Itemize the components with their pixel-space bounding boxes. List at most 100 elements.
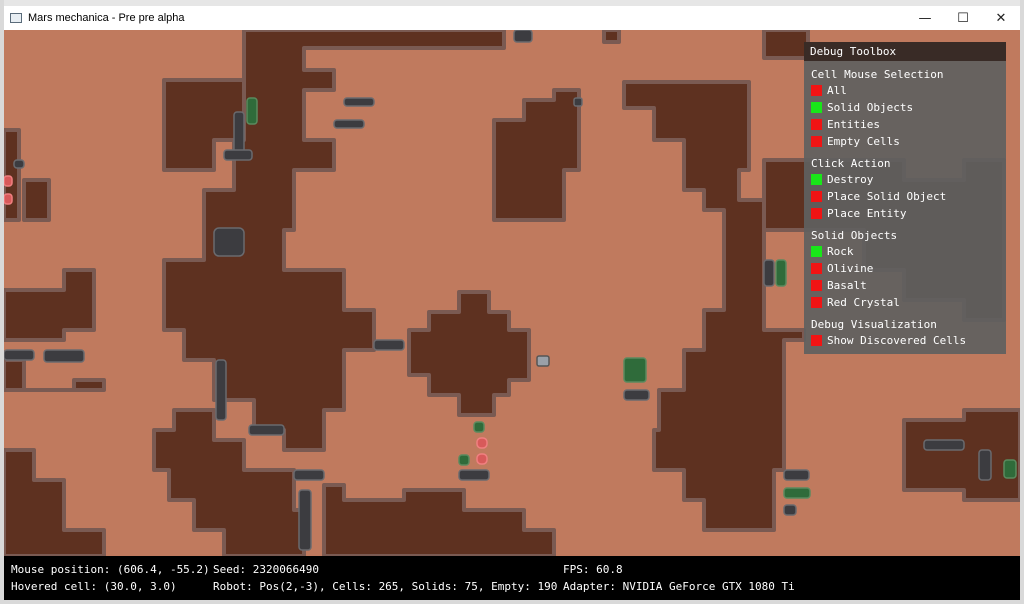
window-title: Mars mechanica - Pre pre alpha: [28, 12, 185, 24]
checkbox-icon[interactable]: [811, 246, 822, 257]
olivine-cell: [473, 421, 485, 433]
basalt-cell: [458, 469, 490, 481]
checkbox-icon[interactable]: [811, 191, 822, 202]
rock-formation: [22, 178, 51, 222]
basalt-cell: [343, 97, 375, 107]
option-solid-objects[interactable]: Solid Objects: [811, 99, 1006, 116]
debug-status-bar: Mouse position: (606.4, -55.2) Hovered c…: [4, 556, 1020, 600]
option-label: Basalt: [827, 279, 867, 292]
red-crystal-cell: [476, 437, 488, 449]
basalt-cell: [333, 119, 365, 129]
option-label: Rock: [827, 245, 854, 258]
checkbox-icon[interactable]: [811, 297, 822, 308]
checkbox-icon[interactable]: [811, 208, 822, 219]
red-crystal-cell: [476, 453, 488, 465]
basalt-cell: [213, 227, 245, 257]
option-label: Entities: [827, 118, 880, 131]
basalt-cell: [43, 349, 85, 363]
fps-readout: FPS: 60.8: [563, 563, 623, 576]
app-window-icon: [10, 13, 22, 23]
maximize-button[interactable]: ☐: [944, 6, 982, 30]
option-label: Olivine: [827, 262, 874, 275]
basalt-cell: [4, 349, 35, 361]
olivine-cell: [246, 97, 258, 125]
click-action-section: Click Action Destroy Place Solid Object …: [804, 156, 1006, 222]
option-destroy[interactable]: Destroy: [811, 171, 1006, 188]
option-label: Red Crystal: [827, 296, 900, 309]
rock-formation: [407, 290, 531, 417]
debug-toolbox[interactable]: Debug Toolbox Cell Mouse Selection All S…: [804, 42, 1006, 354]
section-title: Click Action: [811, 157, 891, 170]
checkbox-icon[interactable]: [811, 280, 822, 291]
option-place-entity[interactable]: Place Entity: [811, 205, 1006, 222]
olivine-cell: [1003, 459, 1017, 479]
basalt-cell: [13, 159, 25, 169]
basalt-cell: [233, 111, 245, 155]
option-label: Place Solid Object: [827, 190, 947, 203]
olivine-cell: [458, 454, 470, 466]
basalt-cell: [623, 389, 650, 401]
cell-mouse-selection-section: Cell Mouse Selection All Solid Objects E…: [804, 67, 1006, 150]
option-all[interactable]: All: [811, 82, 1006, 99]
checkbox-icon[interactable]: [811, 119, 822, 130]
rock-formation: [4, 128, 21, 222]
basalt-cell: [783, 504, 797, 516]
option-label: All: [827, 84, 847, 97]
rock-formation: [602, 30, 621, 44]
olivine-cell: [623, 357, 647, 383]
window-controls: — ☐ ✕: [906, 6, 1020, 30]
option-empty-cells[interactable]: Empty Cells: [811, 133, 1006, 150]
option-place-solid-object[interactable]: Place Solid Object: [811, 188, 1006, 205]
rock-formation: [902, 408, 1020, 502]
basalt-cell: [763, 259, 775, 287]
option-label: Empty Cells: [827, 135, 900, 148]
robot-readout: Robot: Pos(2,-3), Cells: 265, Solids: 75…: [213, 580, 558, 593]
screen-bottom-edge: [0, 600, 1024, 604]
option-label: Show Discovered Cells: [827, 334, 967, 347]
checkbox-icon[interactable]: [811, 102, 822, 113]
section-title: Debug Visualization: [811, 318, 937, 331]
checkbox-icon[interactable]: [811, 85, 822, 96]
adapter-readout: Adapter: NVIDIA GeForce GTX 1080 Ti: [563, 580, 795, 593]
minimize-button[interactable]: —: [906, 6, 944, 30]
checkbox-icon[interactable]: [811, 174, 822, 185]
checkbox-icon[interactable]: [811, 335, 822, 346]
robot-entity: [536, 355, 550, 367]
basalt-cell: [513, 30, 533, 43]
hovered-cell-readout: Hovered cell: (30.0, 3.0): [11, 580, 177, 593]
option-label: Solid Objects: [827, 101, 914, 114]
section-title: Cell Mouse Selection: [811, 68, 944, 81]
screen-right-edge: [1020, 0, 1024, 604]
solid-objects-section: Solid Objects Rock Olivine Basalt Red Cr…: [804, 228, 1006, 311]
basalt-cell: [978, 449, 992, 481]
basalt-cell: [223, 149, 253, 161]
rock-formation: [322, 483, 556, 556]
option-label: Place Entity: [827, 207, 907, 220]
rock-formation: [492, 88, 581, 222]
close-button[interactable]: ✕: [982, 6, 1020, 30]
mouse-position-readout: Mouse position: (606.4, -55.2): [11, 563, 210, 576]
option-entities[interactable]: Entities: [811, 116, 1006, 133]
option-basalt[interactable]: Basalt: [811, 277, 1006, 294]
basalt-cell: [298, 489, 312, 551]
basalt-cell: [923, 439, 965, 451]
debug-toolbox-title: Debug Toolbox: [804, 42, 1006, 61]
red-crystal-cell: [4, 175, 13, 187]
basalt-cell: [293, 469, 325, 481]
section-title: Solid Objects: [811, 229, 898, 242]
debug-visualization-section: Debug Visualization Show Discovered Cell…: [804, 317, 1006, 349]
basalt-cell: [248, 424, 285, 436]
option-olivine[interactable]: Olivine: [811, 260, 1006, 277]
option-rock[interactable]: Rock: [811, 243, 1006, 260]
option-red-crystal[interactable]: Red Crystal: [811, 294, 1006, 311]
basalt-cell: [783, 469, 810, 481]
rock-formation: [4, 268, 96, 342]
basalt-cell: [215, 359, 227, 421]
checkbox-icon[interactable]: [811, 136, 822, 147]
option-show-discovered-cells[interactable]: Show Discovered Cells: [811, 332, 1006, 349]
option-label: Destroy: [827, 173, 874, 186]
rock-formation: [762, 30, 810, 60]
checkbox-icon[interactable]: [811, 263, 822, 274]
window-titlebar[interactable]: Mars mechanica - Pre pre alpha — ☐ ✕: [4, 6, 1020, 31]
olivine-cell: [783, 487, 811, 499]
